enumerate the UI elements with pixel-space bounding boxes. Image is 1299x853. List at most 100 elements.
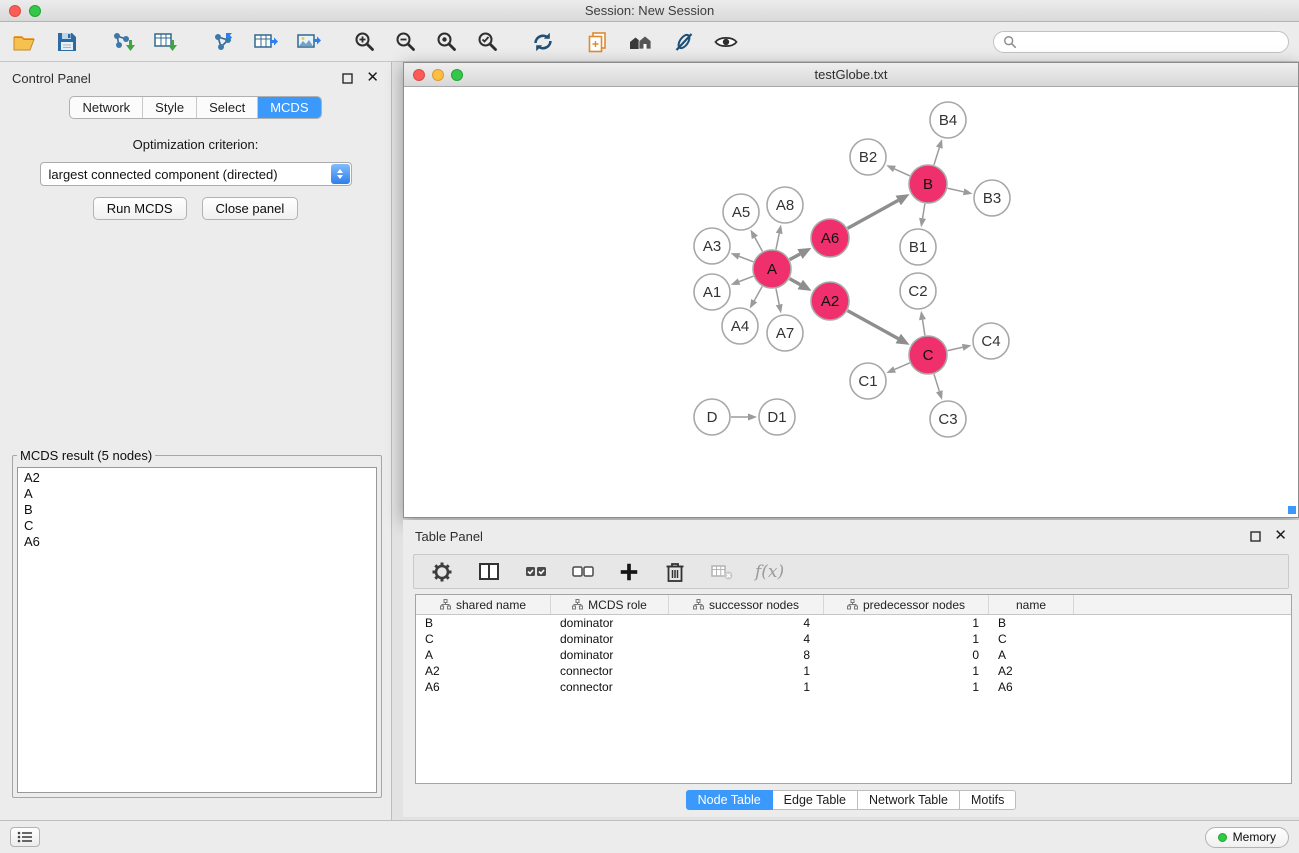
minimize-view-button[interactable] bbox=[432, 69, 444, 81]
graph-edge[interactable] bbox=[776, 289, 779, 305]
graph-edge[interactable] bbox=[934, 374, 939, 391]
tab-mcds[interactable]: MCDS bbox=[258, 97, 320, 118]
table-row[interactable]: C dominator 4 1 C bbox=[416, 631, 1291, 647]
column-header-name[interactable]: name bbox=[989, 595, 1074, 614]
export-image-button[interactable] bbox=[294, 28, 324, 56]
home-button[interactable] bbox=[625, 28, 657, 56]
close-panel-icon[interactable]: ✕ bbox=[1274, 530, 1287, 542]
table-row[interactable]: A dominator 8 0 A bbox=[416, 647, 1291, 663]
cell[interactable]: A2 bbox=[416, 664, 551, 678]
search-input[interactable] bbox=[1022, 34, 1279, 49]
cell[interactable]: 0 bbox=[824, 648, 989, 662]
tab-select[interactable]: Select bbox=[197, 97, 258, 118]
graphics-details-button[interactable] bbox=[670, 28, 698, 56]
cell[interactable]: B bbox=[989, 616, 1074, 630]
float-panel-icon[interactable] bbox=[1250, 531, 1261, 542]
run-mcds-button[interactable]: Run MCDS bbox=[93, 197, 187, 220]
open-session-button[interactable] bbox=[10, 28, 40, 56]
tab-edge-table[interactable]: Edge Table bbox=[773, 790, 858, 810]
cell[interactable]: 4 bbox=[669, 632, 824, 646]
network-canvas[interactable]: AA1A2A3A4A5A6A7A8BB1B2B3B4CC1C2C3C4DD1 bbox=[404, 87, 1298, 516]
tab-network-table[interactable]: Network Table bbox=[858, 790, 960, 810]
zoom-window-button[interactable] bbox=[29, 5, 41, 17]
mcds-result-list[interactable]: A2 A B C A6 bbox=[17, 467, 377, 793]
graph-edge[interactable] bbox=[739, 276, 753, 281]
new-network-button[interactable] bbox=[208, 28, 238, 56]
cell[interactable]: dominator bbox=[551, 632, 669, 646]
delete-row-button[interactable] bbox=[661, 558, 689, 586]
cell[interactable]: A2 bbox=[989, 664, 1074, 678]
save-session-button[interactable] bbox=[53, 28, 81, 56]
import-table-button[interactable] bbox=[151, 28, 181, 56]
select-all-columns-button[interactable] bbox=[522, 559, 550, 584]
graph-edge[interactable] bbox=[755, 237, 763, 251]
resize-grip[interactable] bbox=[1288, 506, 1296, 514]
list-item[interactable]: A bbox=[24, 486, 370, 502]
table-row[interactable]: B dominator 4 1 B bbox=[416, 615, 1291, 631]
delete-table-button[interactable] bbox=[708, 559, 736, 585]
cell[interactable]: dominator bbox=[551, 648, 669, 662]
cell[interactable]: A bbox=[989, 648, 1074, 662]
search-box[interactable] bbox=[993, 31, 1289, 53]
column-header-shared-name[interactable]: shared name bbox=[416, 595, 551, 614]
cell[interactable]: C bbox=[416, 632, 551, 646]
graph-edge[interactable] bbox=[790, 254, 800, 260]
zoom-view-button[interactable] bbox=[451, 69, 463, 81]
cell[interactable]: C bbox=[989, 632, 1074, 646]
cell[interactable]: A6 bbox=[416, 680, 551, 694]
graph-edge[interactable] bbox=[934, 148, 939, 165]
column-header-mcds-role[interactable]: MCDS role bbox=[551, 595, 669, 614]
show-columns-button[interactable] bbox=[475, 558, 503, 586]
zoom-fit-button[interactable] bbox=[433, 28, 461, 56]
cell[interactable]: 1 bbox=[824, 632, 989, 646]
graph-edge[interactable] bbox=[948, 188, 964, 192]
dropdown-stepper[interactable] bbox=[331, 164, 350, 184]
zoom-in-button[interactable] bbox=[351, 28, 379, 56]
cell[interactable]: 1 bbox=[669, 680, 824, 694]
close-view-button[interactable] bbox=[413, 69, 425, 81]
function-builder-button[interactable]: f(x) bbox=[755, 562, 784, 582]
cell[interactable]: 1 bbox=[669, 664, 824, 678]
deselect-all-columns-button[interactable] bbox=[569, 559, 597, 584]
table-settings-button[interactable] bbox=[428, 558, 456, 586]
cell[interactable]: A6 bbox=[989, 680, 1074, 694]
graph-edge[interactable] bbox=[894, 169, 909, 176]
import-network-button[interactable] bbox=[108, 28, 138, 56]
cell[interactable]: 4 bbox=[669, 616, 824, 630]
close-panel-icon[interactable]: ✕ bbox=[366, 72, 379, 84]
cell[interactable]: A bbox=[416, 648, 551, 662]
zoom-selected-button[interactable] bbox=[474, 28, 502, 56]
optimization-criterion-dropdown[interactable]: largest connected component (directed) bbox=[40, 162, 352, 186]
graph-edge[interactable] bbox=[790, 279, 801, 285]
cell[interactable]: B bbox=[416, 616, 551, 630]
graph-edge[interactable] bbox=[895, 363, 910, 370]
cell[interactable]: connector bbox=[551, 680, 669, 694]
graph-edge[interactable] bbox=[776, 233, 779, 249]
column-header-successor-nodes[interactable]: successor nodes bbox=[669, 595, 824, 614]
tab-motifs[interactable]: Motifs bbox=[960, 790, 1016, 810]
list-item[interactable]: C bbox=[24, 518, 370, 534]
table-row[interactable]: A6 connector 1 1 A6 bbox=[416, 679, 1291, 695]
graph-edge[interactable] bbox=[848, 311, 899, 339]
add-row-button[interactable] bbox=[616, 559, 642, 585]
tab-node-table[interactable]: Node Table bbox=[686, 790, 773, 810]
list-item[interactable]: B bbox=[24, 502, 370, 518]
documents-button[interactable] bbox=[584, 28, 612, 56]
tab-network[interactable]: Network bbox=[70, 97, 143, 118]
float-panel-icon[interactable] bbox=[342, 73, 353, 84]
new-table-button[interactable] bbox=[251, 28, 281, 56]
memory-button[interactable]: Memory bbox=[1205, 827, 1289, 848]
cell[interactable]: connector bbox=[551, 664, 669, 678]
zoom-out-button[interactable] bbox=[392, 28, 420, 56]
graph-edge[interactable] bbox=[923, 204, 925, 219]
network-window-titlebar[interactable]: testGlobe.txt bbox=[404, 63, 1298, 87]
cell[interactable]: 1 bbox=[824, 616, 989, 630]
list-item[interactable]: A2 bbox=[24, 470, 370, 486]
table-row[interactable]: A2 connector 1 1 A2 bbox=[416, 663, 1291, 679]
graph-edge[interactable] bbox=[739, 256, 753, 261]
show-hide-button[interactable] bbox=[711, 28, 741, 56]
graph-edge[interactable] bbox=[948, 347, 963, 350]
close-window-button[interactable] bbox=[9, 5, 21, 17]
tab-style[interactable]: Style bbox=[143, 97, 197, 118]
graph-edge[interactable] bbox=[922, 320, 924, 336]
